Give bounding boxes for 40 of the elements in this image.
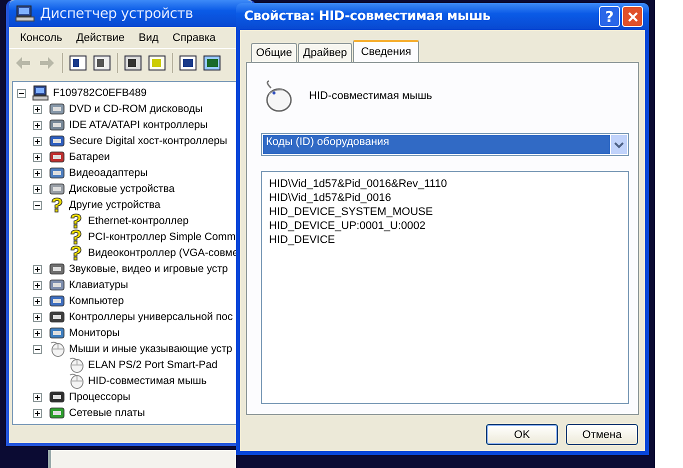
tree-item[interactable]: Контроллеры универсальной пос: [68, 311, 234, 323]
list-item[interactable]: HID\Vid_1d57&Pid_0016&Rev_1110: [269, 177, 621, 191]
cancel-button[interactable]: Отмена: [566, 424, 638, 445]
tree-item[interactable]: Компьютер: [68, 295, 125, 307]
tree-item[interactable]: Ethernet-контроллер: [87, 215, 190, 227]
property-dropdown[interactable]: Коды (ID) оборудования: [261, 133, 629, 156]
tree-item[interactable]: Сетевые платы: [68, 407, 146, 419]
device-name: HID-совместимая мышь: [309, 90, 432, 102]
tab[interactable]: Сведения: [352, 40, 420, 62]
dialog-title: Свойства: HID-совместимая мышь: [244, 9, 490, 24]
tree-item[interactable]: ELAN PS/2 Port Smart-Pad: [87, 359, 219, 371]
menu-item[interactable]: Консоль: [13, 32, 70, 44]
tree-item[interactable]: Видеоконтроллер (VGA-совме: [87, 247, 240, 259]
tree-item[interactable]: HID-совместимая мышь: [87, 375, 208, 387]
help-button[interactable]: ?: [599, 6, 620, 27]
tree-item[interactable]: Клавиатуры: [68, 279, 130, 291]
menu-item[interactable]: Справка: [166, 32, 223, 44]
tree-item[interactable]: Мониторы: [68, 327, 121, 339]
tab[interactable]: Общие: [251, 43, 298, 62]
list-item[interactable]: HID\Vid_1d57&Pid_0016: [269, 191, 621, 205]
list-item[interactable]: HID_DEVICE: [269, 233, 621, 247]
list-item[interactable]: HID_DEVICE_UP:0001_U:0002: [269, 219, 621, 233]
tree-item[interactable]: Звуковые, видео и игровые устр: [68, 263, 229, 275]
tree-item[interactable]: Другие устройства: [68, 199, 162, 211]
tree-item[interactable]: Мыши и иные указывающие устр: [68, 343, 234, 355]
menu-item[interactable]: Действие: [69, 32, 132, 44]
list-item[interactable]: HID_DEVICE_SYSTEM_MOUSE: [269, 205, 621, 219]
tree-item[interactable]: Процессоры: [68, 391, 132, 403]
tree-item[interactable]: Secure Digital хост-контроллеры: [68, 135, 228, 147]
tree-item[interactable]: Видеоадаптеры: [68, 167, 149, 179]
window-title: Диспетчер устройств: [40, 6, 193, 22]
tree-item[interactable]: Батареи: [68, 151, 111, 163]
tree-item[interactable]: F109782C0EFB489: [52, 87, 148, 99]
tab[interactable]: Драйвер: [298, 43, 352, 62]
tree-item[interactable]: PCI-контроллер Simple Comm: [87, 231, 237, 243]
ok-button[interactable]: OK: [486, 424, 558, 445]
tree-item[interactable]: IDE ATA/ATAPI контроллеры: [68, 119, 209, 131]
tree-item[interactable]: Дисковые устройства: [68, 183, 176, 195]
tree-item[interactable]: DVD и CD-ROM дисководы: [68, 103, 204, 115]
menu-item[interactable]: Вид: [132, 32, 166, 44]
